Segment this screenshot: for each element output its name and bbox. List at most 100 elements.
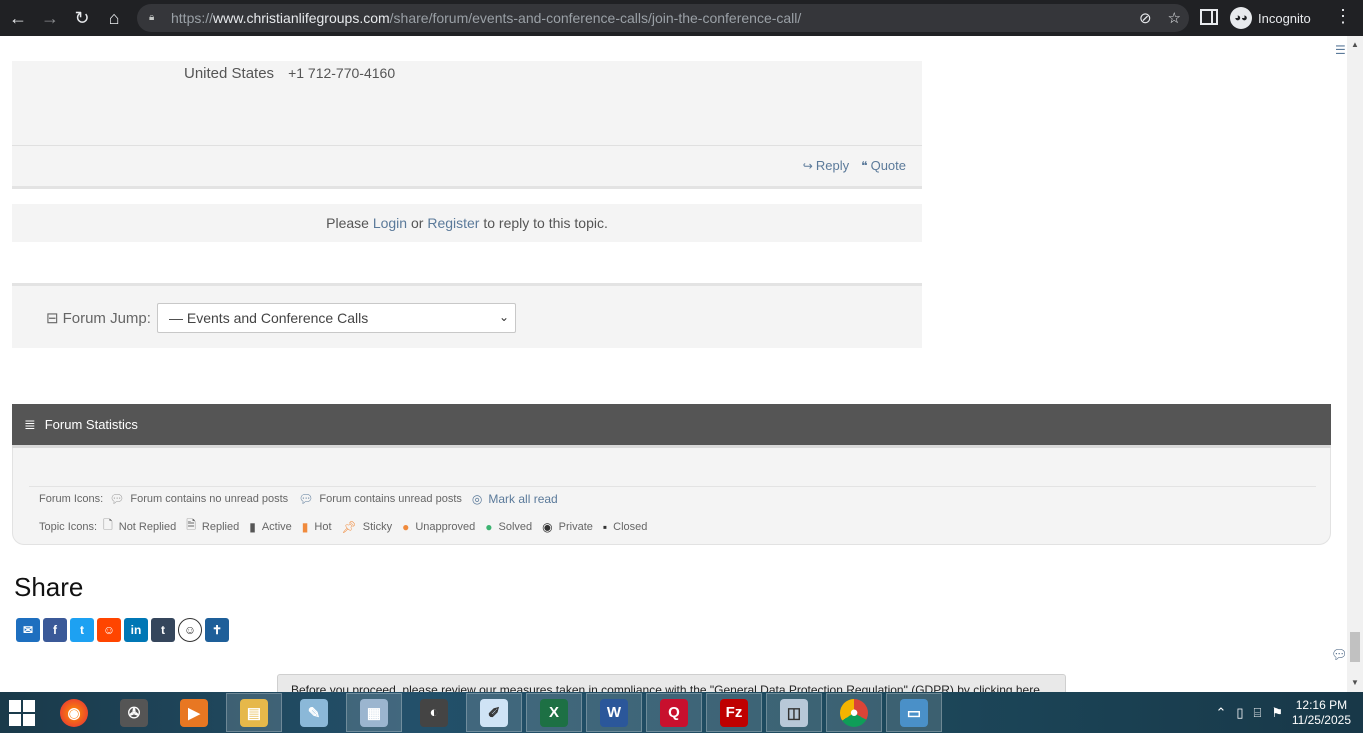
post-box: United States +1 712-770-4160 ↪ Reply ❝ Qu… — [12, 61, 922, 189]
camera-icon: ◐ — [420, 698, 448, 727]
reply-button[interactable]: ↪ Reply — [803, 158, 849, 173]
incognito-indicator[interactable]: ◕◕ Incognito — [1230, 5, 1311, 31]
tracking-protection-icon[interactable]: ⊘ — [1139, 9, 1152, 27]
login-link[interactable]: Login — [373, 215, 407, 231]
tray-flag-icon[interactable]: ⚑ — [1271, 705, 1283, 721]
chat-icon[interactable]: 💬︎ — [1331, 647, 1347, 663]
post-actions: ↪ Reply ❝ Quote — [803, 158, 906, 173]
word-icon: W — [600, 698, 628, 727]
firefox-icon: ◉ — [60, 698, 88, 727]
forum-jump-label: ⊟ Forum Jump: — [46, 309, 151, 328]
cross-share-icon[interactable]: ✝ — [205, 618, 229, 642]
lock-icon[interactable]: 🔒︎ — [149, 12, 161, 24]
monitor-icon: ◫ — [780, 698, 808, 727]
reply-icon: ↪ — [802, 159, 813, 173]
forum-jump-select[interactable]: — Events and Conference Calls ⌄ — [157, 303, 516, 333]
thumbtack-icon: 📌︎ — [341, 519, 357, 534]
quote-icon: ❝ — [861, 159, 868, 173]
taskbar-webcam[interactable]: ◐ — [406, 693, 462, 732]
incognito-icon: ◕◕ — [1230, 7, 1252, 29]
filezilla-icon: Fz — [720, 698, 748, 727]
clock-time: 12:16 PM — [1295, 698, 1348, 712]
file-solid-icon: ▮ — [249, 519, 256, 534]
page-scrollbar[interactable]: ▲ ▼ — [1347, 36, 1363, 692]
post-phone: +1 712-770-4160 — [288, 65, 396, 81]
taskbar-word[interactable]: W — [586, 693, 642, 732]
check-circle-solid-icon: ● — [485, 519, 493, 534]
folder-icon: ▤ — [240, 698, 268, 727]
side-panel-icon[interactable] — [1200, 9, 1218, 25]
taskbar-firefox[interactable]: ◉ — [46, 693, 102, 732]
quote-button[interactable]: ❝ Quote — [861, 158, 906, 173]
url-text: https://www.christianlifegroups.com/shar… — [171, 10, 802, 26]
incognito-label: Incognito — [1258, 10, 1311, 26]
taskbar-explorer[interactable]: ▤ — [226, 693, 282, 732]
taskbar-photos[interactable]: ▭ — [886, 693, 942, 732]
stats-divider — [29, 486, 1316, 487]
scroll-up-icon[interactable]: ▲ — [1351, 40, 1359, 49]
mark-all-read-link[interactable]: Mark all read — [488, 492, 557, 506]
browser-toolbar: ← → ↻ ⌂ 🔒︎ https://www.christianlifegrou… — [0, 0, 1363, 36]
tray-network-icon[interactable]: ⌸ — [1254, 705, 1262, 721]
scroll-down-icon[interactable]: ▼ — [1351, 678, 1359, 687]
gdpr-notice[interactable]: Before you proceed, please review our me… — [277, 674, 1066, 692]
twitter-share-icon[interactable]: t — [70, 618, 94, 642]
share-buttons: ✉ f t ☺ in t ☺ ✝ — [16, 618, 229, 642]
photos-icon: ▭ — [900, 698, 928, 727]
taskbar-notepad[interactable]: ✐ — [466, 693, 522, 732]
notepad-icon: ✐ — [480, 698, 508, 727]
address-bar[interactable]: 🔒︎ https://www.christianlifegroups.com/s… — [137, 4, 1189, 32]
media-player-icon: ▶ — [180, 698, 208, 727]
taskbar-calculator[interactable]: ▦ — [346, 693, 402, 732]
unread-comments-icon: 💬︎ — [298, 492, 314, 506]
windows-taskbar: ◉ ✇ ▶ ▤ ✎ ▦ ◐ ✐ X W Q Fz ◫ ● ▭ ⌃ ▯ ⌸ ⚑ 1… — [0, 692, 1363, 733]
facebook-share-icon[interactable]: f — [43, 618, 67, 642]
taskbar-excel[interactable]: X — [526, 693, 582, 732]
share-title: Share — [14, 572, 84, 602]
forum-jump-box: ⊟ Forum Jump: — Events and Conference Ca… — [12, 283, 922, 348]
outline-list-icon[interactable]: ☰ — [1335, 43, 1346, 57]
home-icon[interactable]: ⌂ — [98, 2, 130, 34]
palette-icon: ✎ — [300, 698, 328, 727]
forward-icon[interactable]: → — [34, 2, 66, 34]
quicken-icon: Q — [660, 698, 688, 727]
clock-date: 11/25/2025 — [1291, 713, 1351, 727]
file-hot-icon: ▮ — [301, 519, 309, 534]
chevron-down-icon: ⌄ — [498, 310, 509, 324]
bookmark-star-icon[interactable]: ☆ — [1168, 9, 1181, 27]
start-button[interactable] — [0, 692, 44, 733]
system-tray: ⌃ ▯ ⌸ ⚑ — [1215, 692, 1283, 733]
reddit-share-icon[interactable]: ☺ — [97, 618, 121, 642]
smiley-share-icon[interactable]: ☺ — [178, 618, 202, 642]
reload-icon[interactable]: ↻ — [66, 2, 98, 34]
chart-icon: ≣ — [24, 416, 36, 432]
post-contact: United States +1 712-770-4160 — [184, 65, 395, 82]
forum-icons-legend: Forum Icons: 💬︎ Forum contains no unread … — [39, 492, 558, 506]
taskbar-filezilla[interactable]: Fz — [706, 693, 762, 732]
tumblr-share-icon[interactable]: t — [151, 618, 175, 642]
forum-statistics-title: Forum Statistics — [44, 417, 138, 432]
post-divider — [12, 145, 922, 146]
taskbar-quicken[interactable]: Q — [646, 693, 702, 732]
browser-menu-icon[interactable]: ⋮ — [1334, 6, 1352, 27]
post-country: United States — [184, 65, 275, 82]
chrome-icon: ● — [840, 698, 868, 727]
taskbar-chrome[interactable]: ● — [826, 693, 882, 732]
excel-icon: X — [540, 698, 568, 727]
taskbar-paint[interactable]: ✎ — [286, 693, 342, 732]
taskbar-monitor[interactable]: ◫ — [766, 693, 822, 732]
linkedin-share-icon[interactable]: in — [124, 618, 148, 642]
register-link[interactable]: Register — [427, 215, 479, 231]
windows-logo-icon — [9, 699, 35, 726]
lock-icon: ▪ — [602, 519, 608, 534]
taskbar-player[interactable]: ▶ — [166, 693, 222, 732]
eye-slash-icon: ◉ — [542, 519, 553, 534]
tray-usb-icon[interactable]: ▯ — [1236, 705, 1243, 721]
tray-chevron-up-icon[interactable]: ⌃ — [1215, 705, 1226, 721]
back-icon[interactable]: ← — [2, 2, 34, 34]
email-share-icon[interactable]: ✉ — [16, 618, 40, 642]
scroll-thumb[interactable] — [1350, 632, 1360, 662]
taskbar-media[interactable]: ✇ — [106, 693, 162, 732]
taskbar-clock[interactable]: 12:16 PM 11/25/2025 — [1292, 698, 1351, 728]
exclamation-circle-icon: ● — [402, 519, 410, 534]
